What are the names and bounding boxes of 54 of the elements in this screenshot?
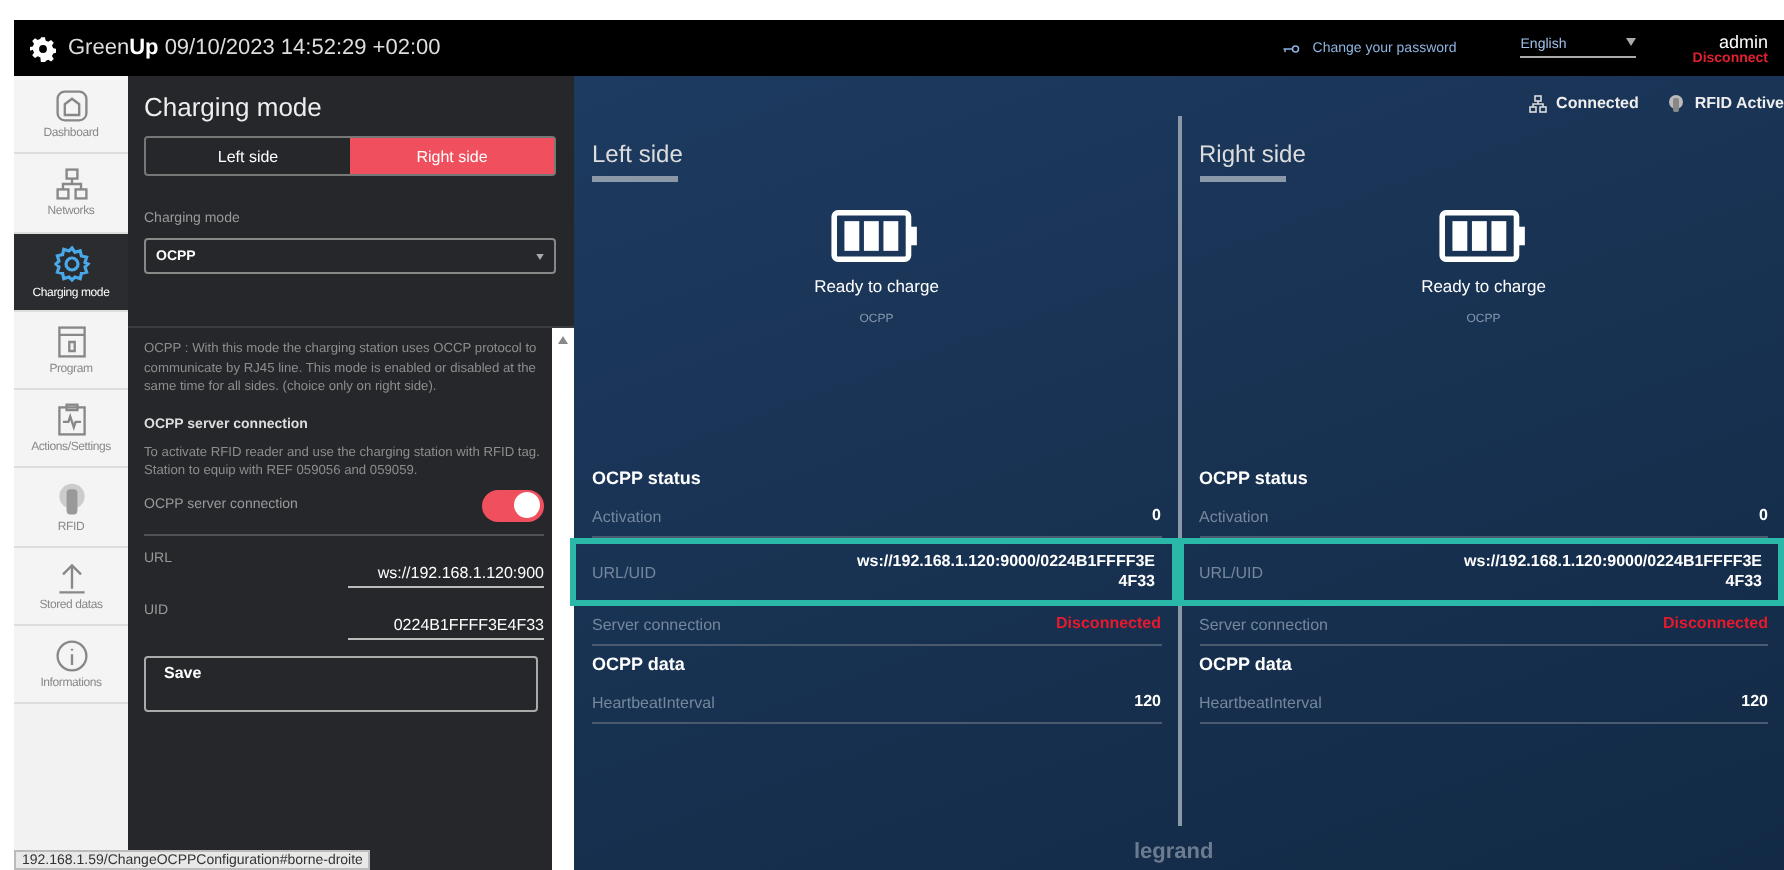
row-value: 120	[1741, 692, 1768, 714]
side-tab[interactable]: Right side	[350, 138, 554, 174]
settings-icon[interactable]	[30, 35, 56, 61]
row-label: Server connection	[1199, 616, 1328, 634]
row-value: ws://192.168.1.120:9000/0224B1FFFF3E4F33	[1462, 551, 1762, 593]
user-name: admin	[1718, 31, 1768, 51]
section-title: OCPP status	[1199, 468, 1310, 488]
row-value: Disconnected	[1056, 614, 1161, 636]
row-label: HeartbeatInterval	[1199, 694, 1322, 712]
key-icon	[1282, 43, 1301, 53]
clipboard-icon	[53, 402, 89, 439]
calendar-icon	[53, 324, 89, 361]
section-title: OCPP status	[592, 468, 703, 488]
scroll-up-icon[interactable]	[558, 336, 568, 344]
rfid-status: RFID Active	[1666, 90, 1784, 116]
charge-state: Ready to charge	[1421, 276, 1546, 296]
home-icon	[53, 88, 89, 125]
network-icon	[1528, 93, 1549, 113]
row-value: 0	[1759, 506, 1768, 528]
toggle-switch[interactable]	[482, 489, 544, 522]
battery-icon	[830, 210, 923, 262]
upload-arrow-icon	[53, 559, 89, 596]
row-value: 0	[1152, 506, 1161, 528]
caret-icon	[1626, 38, 1637, 46]
caret-icon	[536, 253, 544, 259]
section-title: OCPP data	[592, 654, 687, 674]
info-icon	[53, 638, 89, 675]
battery-icon	[1437, 210, 1530, 262]
logo: legrand	[1134, 840, 1214, 864]
row-value: ws://192.168.1.120:9000/0224B1FFFF3E4F33	[855, 551, 1155, 593]
row-value: 120	[1134, 692, 1161, 714]
network-icon	[53, 166, 89, 203]
panel-title: Charging mode	[144, 92, 324, 122]
settings-icon	[51, 243, 91, 284]
connection-status: Connected	[1528, 90, 1639, 116]
row-label: HeartbeatInterval	[592, 694, 715, 712]
row-label: Server connection	[592, 616, 721, 634]
row-value: Disconnected	[1663, 614, 1768, 636]
section-title: OCPP data	[1199, 654, 1294, 674]
rfid-icon	[53, 481, 89, 518]
row-label: URL/UID	[592, 563, 657, 581]
side-title: Right side	[1199, 140, 1306, 172]
row-label: Activation	[592, 508, 662, 526]
text-field[interactable]: 0224B1FFFF3E4F33	[348, 615, 544, 640]
save-button[interactable]: Save	[144, 655, 538, 712]
side-title: Left side	[592, 140, 683, 172]
scrollbar[interactable]	[552, 328, 574, 870]
row-label: URL/UID	[1199, 563, 1264, 581]
brand-datetime: GreenUp 09/10/2023 14:52:29 +02:00	[68, 36, 441, 60]
rfid-icon	[1666, 93, 1687, 113]
side-tab[interactable]: Left side	[146, 138, 350, 174]
row-label: Activation	[1199, 508, 1269, 526]
charge-state: Ready to charge	[814, 276, 939, 296]
text-field[interactable]: ws://192.168.1.120:900	[348, 563, 544, 588]
